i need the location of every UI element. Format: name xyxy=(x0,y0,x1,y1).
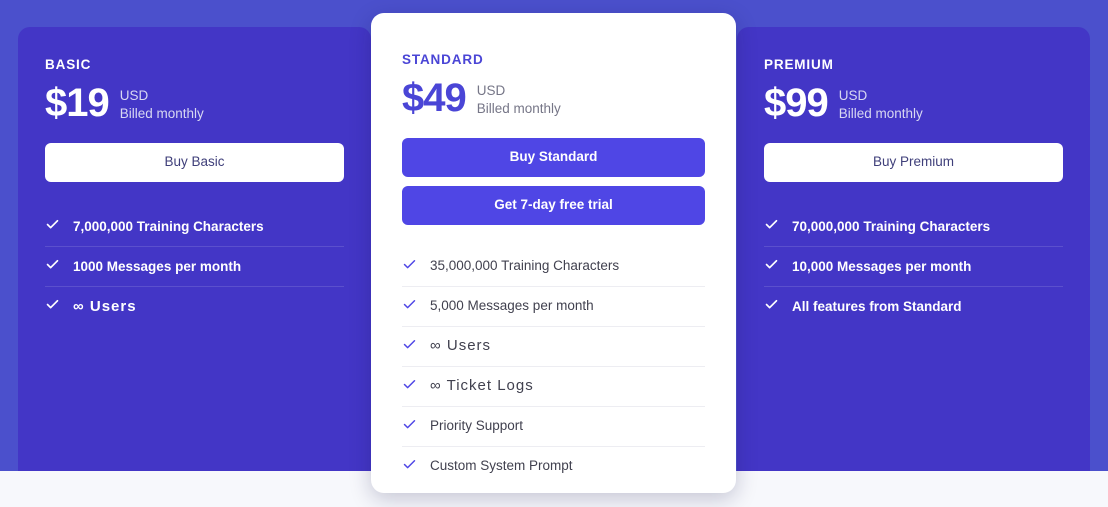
price-row-standard: $49 USD Billed monthly xyxy=(402,78,705,118)
plan-billing-basic: Billed monthly xyxy=(119,105,204,121)
check-icon xyxy=(402,337,417,355)
feature-list-premium: 70,000,000 Training Characters 10,000 Me… xyxy=(764,206,1063,326)
check-icon xyxy=(402,297,417,315)
check-icon xyxy=(402,417,417,435)
list-item: ∞ Ticket Logs xyxy=(402,365,705,406)
check-icon xyxy=(764,257,779,275)
check-icon xyxy=(402,257,417,275)
list-item: Priority Support xyxy=(402,405,705,446)
plan-price-basic: $19 xyxy=(45,81,110,126)
plan-price-standard: $49 xyxy=(402,76,467,121)
price-meta-standard: USD Billed monthly xyxy=(477,79,561,117)
price-row-premium: $99 USD Billed monthly xyxy=(764,83,1063,123)
check-icon xyxy=(45,217,60,235)
buy-premium-button[interactable]: Buy Premium xyxy=(764,143,1063,183)
price-row-basic: $19 USD Billed monthly xyxy=(45,83,344,123)
pricing-stage: BASIC $19 USD Billed monthly Buy Basic 7… xyxy=(0,0,1108,493)
plan-billing-premium: Billed monthly xyxy=(838,105,923,121)
feature-label: ∞ Users xyxy=(73,297,137,315)
plan-currency-basic: USD xyxy=(119,88,149,104)
feature-list-basic: 7,000,000 Training Characters 1000 Messa… xyxy=(45,206,344,326)
plan-price-premium: $99 xyxy=(764,81,829,126)
pricing-card-premium: PREMIUM $99 USD Billed monthly Buy Premi… xyxy=(737,27,1090,471)
list-item: 35,000,000 Training Characters xyxy=(402,246,705,286)
plan-currency-premium: USD xyxy=(838,88,868,104)
check-icon xyxy=(402,377,417,395)
check-icon xyxy=(45,297,60,315)
feature-label: Custom System Prompt xyxy=(430,458,573,474)
check-icon xyxy=(764,217,779,235)
plan-name-standard: STANDARD xyxy=(402,52,484,67)
feature-label: Priority Support xyxy=(430,418,524,434)
buy-standard-button[interactable]: Buy Standard xyxy=(402,138,705,178)
feature-label: 7,000,000 Training Characters xyxy=(73,218,264,234)
feature-label: 35,000,000 Training Characters xyxy=(430,258,620,274)
check-icon xyxy=(402,457,417,475)
price-meta-premium: USD Billed monthly xyxy=(839,84,923,122)
feature-label: ∞ Users xyxy=(430,337,492,355)
feature-label: All features from Standard xyxy=(792,298,962,314)
plan-name-basic: BASIC xyxy=(45,57,92,72)
check-icon xyxy=(45,257,60,275)
feature-label: ∞ Ticket Logs xyxy=(430,377,534,395)
list-item: 5,000 Messages per month xyxy=(402,285,705,326)
free-trial-button[interactable]: Get 7-day free trial xyxy=(402,186,705,225)
plan-currency-standard: USD xyxy=(476,83,506,99)
feature-list-standard: 35,000,000 Training Characters 5,000 Mes… xyxy=(402,246,705,486)
price-meta-basic: USD Billed monthly xyxy=(120,84,204,122)
list-item: 7,000,000 Training Characters xyxy=(45,206,344,246)
feature-label: 70,000,000 Training Characters xyxy=(792,218,991,234)
list-item: 70,000,000 Training Characters xyxy=(764,206,1063,246)
feature-label: 10,000 Messages per month xyxy=(792,258,972,274)
list-item: All features from Standard xyxy=(764,286,1063,326)
check-icon xyxy=(764,297,779,315)
list-item: 10,000 Messages per month xyxy=(764,246,1063,286)
pricing-card-standard: STANDARD $49 USD Billed monthly Buy Stan… xyxy=(371,13,736,493)
feature-label: 5,000 Messages per month xyxy=(430,298,594,314)
feature-label: 1000 Messages per month xyxy=(73,258,242,274)
pricing-card-basic: BASIC $19 USD Billed monthly Buy Basic 7… xyxy=(18,27,371,471)
plan-name-premium: PREMIUM xyxy=(764,57,834,72)
list-item: ∞ Users xyxy=(45,286,344,326)
list-item: Custom System Prompt xyxy=(402,445,705,486)
list-item: 1000 Messages per month xyxy=(45,246,344,286)
list-item: ∞ Users xyxy=(402,325,705,366)
plan-billing-standard: Billed monthly xyxy=(476,100,561,116)
buy-basic-button[interactable]: Buy Basic xyxy=(45,143,344,183)
